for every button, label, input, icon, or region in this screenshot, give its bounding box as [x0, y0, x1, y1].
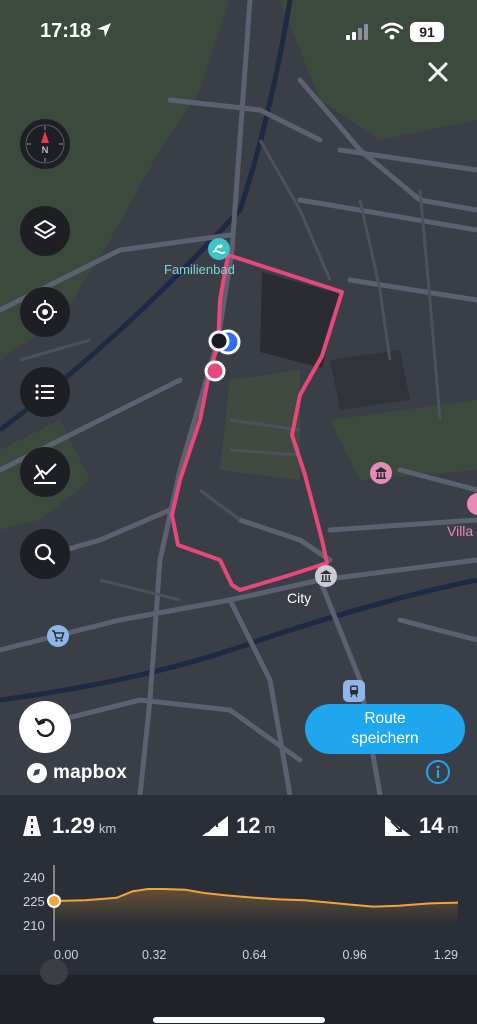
elevation-x-tick-4: 1.29	[434, 948, 458, 962]
route-slope-icon	[33, 463, 57, 484]
map-base	[0, 0, 477, 795]
descent-unit: m	[447, 821, 459, 836]
descent-stat: 14 m	[419, 813, 458, 839]
ascent-unit: m	[264, 821, 276, 836]
list-button[interactable]	[20, 367, 70, 417]
swimming-pool-icon	[208, 238, 230, 260]
distance-stat: 1.29 km	[52, 813, 116, 839]
route-summary-panel: 1.29 km 12 m 14 m 240 225 210 0.00 0.32 0.64…	[0, 795, 477, 1024]
elevation-chart[interactable]: 240225210 0.00 0.32 0.64 0.96 1.29	[0, 855, 477, 985]
ascent-value: 12	[236, 813, 261, 838]
svg-text:N: N	[42, 145, 49, 155]
city-hall-icon	[315, 565, 337, 587]
home-indicator	[153, 1017, 325, 1023]
crosshair-icon	[33, 300, 57, 324]
mapbox-icon	[27, 763, 47, 783]
scrub-handle[interactable]	[40, 959, 68, 985]
descent-icon	[384, 815, 412, 842]
undo-button[interactable]	[19, 701, 71, 753]
route-type-button[interactable]	[20, 447, 70, 497]
shopping-cart-icon	[47, 625, 69, 647]
route-stats: 1.29 km 12 m 14 m	[0, 795, 477, 855]
elevation-y-tick-0: 240	[23, 870, 45, 885]
location-arrow-icon	[96, 22, 112, 43]
battery-indicator: 91	[410, 22, 444, 42]
elevation-x-tick-3: 0.96	[342, 948, 366, 962]
layers-button[interactable]	[20, 206, 70, 256]
close-button[interactable]	[422, 56, 454, 88]
undo-icon	[34, 717, 55, 738]
layers-icon	[34, 220, 56, 239]
distance-road-icon	[20, 815, 44, 842]
info-button[interactable]	[425, 759, 451, 785]
close-icon	[428, 62, 448, 82]
save-route-label-line2: speichern	[351, 730, 419, 747]
status-bar: 17:18 91	[0, 0, 477, 62]
compass-icon: N	[25, 124, 65, 164]
search-button[interactable]	[20, 529, 70, 579]
list-icon	[35, 384, 54, 400]
poi-label-pool: Familienbad	[164, 262, 235, 277]
route-start-marker	[204, 360, 226, 382]
mapbox-wordmark: mapbox	[53, 762, 128, 783]
info-icon	[426, 760, 450, 784]
map-view[interactable]: Familienbad City Villa	[0, 0, 477, 795]
locate-me-button[interactable]	[20, 287, 70, 337]
elevation-area	[54, 889, 458, 925]
search-icon	[34, 543, 56, 565]
descent-value: 14	[419, 813, 444, 838]
ascent-icon	[201, 815, 229, 842]
wifi-icon	[380, 22, 404, 45]
save-route-button[interactable]: Route speichern	[305, 704, 465, 754]
ascent-stat: 12 m	[236, 813, 275, 839]
status-time: 17:18	[40, 20, 92, 42]
mapbox-logo: mapbox	[26, 762, 127, 784]
elevation-x-tick-1: 0.32	[142, 948, 166, 962]
compass-button[interactable]: N	[20, 119, 70, 169]
city-label: City	[287, 590, 312, 606]
elevation-y-tick-2: 210	[23, 918, 45, 933]
elevation-y-tick-1: 225	[23, 894, 45, 909]
elevation-cursor-dot[interactable]	[47, 894, 61, 908]
save-route-label-line1: Route	[364, 710, 406, 727]
train-station-icon	[343, 680, 365, 702]
museum-icon	[370, 462, 392, 484]
distance-value: 1.29	[52, 813, 95, 838]
elevation-x-tick-2: 0.64	[242, 948, 266, 962]
route-end-marker	[208, 330, 230, 352]
cellular-signal-icon	[346, 24, 370, 45]
distance-unit: km	[98, 821, 117, 836]
villa-label: Villa	[447, 523, 474, 539]
